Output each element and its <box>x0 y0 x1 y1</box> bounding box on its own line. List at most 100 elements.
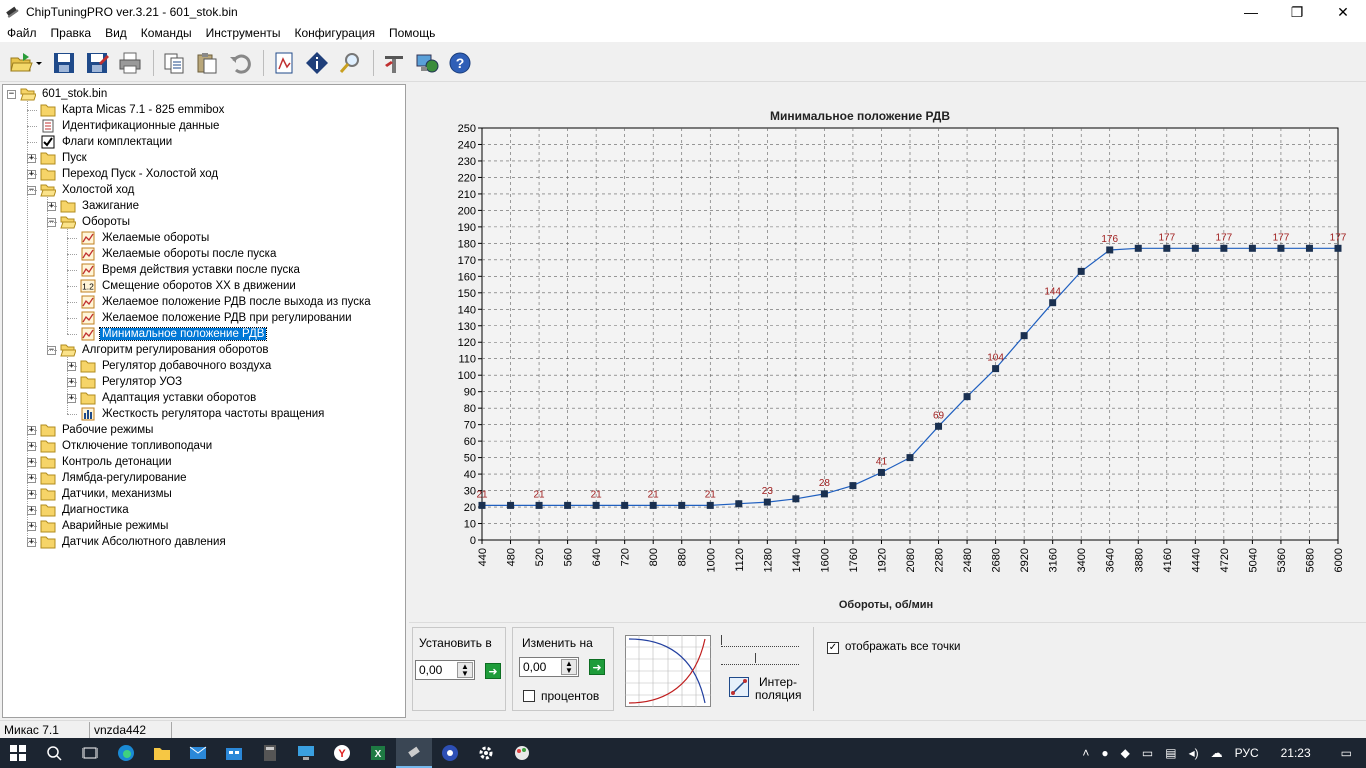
store-icon[interactable] <box>216 738 252 768</box>
interpolation-button[interactable] <box>729 677 749 697</box>
tree-item-9[interactable]: Желаемые обороты <box>67 230 211 246</box>
tree-item-11[interactable]: Время действия уставки после пуска <box>67 262 302 278</box>
tools-icon[interactable] <box>379 48 409 78</box>
network-tray-icon[interactable]: ▤ <box>1159 746 1182 760</box>
show-all-points-checkbox[interactable]: ✓ <box>827 642 839 654</box>
help-icon[interactable]: ? <box>445 48 475 78</box>
tree-item-6[interactable]: − Холостой ход <box>27 182 136 198</box>
chevron-up-icon[interactable]: ˄ <box>1076 746 1095 760</box>
maximize-button[interactable]: ❐ <box>1274 0 1320 24</box>
interpolation-icon <box>731 679 747 695</box>
file-explorer-icon[interactable] <box>144 738 180 768</box>
collapse-icon[interactable]: − <box>7 89 16 99</box>
copy-icon[interactable] <box>159 48 189 78</box>
volume-icon[interactable]: ◂) <box>1183 746 1205 760</box>
menu-config[interactable]: Конфигурация <box>287 26 382 40</box>
microphone-icon[interactable]: ● <box>1095 746 1114 760</box>
tree-item-21[interactable]: + Рабочие режимы <box>27 422 155 438</box>
menu-edit[interactable]: Правка <box>44 26 99 40</box>
tree-item-17[interactable]: + Регулятор добавочного воздуха <box>67 358 273 374</box>
print-icon[interactable] <box>115 48 145 78</box>
open-icon[interactable] <box>6 48 46 78</box>
network-icon[interactable] <box>412 48 442 78</box>
menu-file[interactable]: Файл <box>0 26 44 40</box>
tree-item-23[interactable]: + Контроль детонации <box>27 454 174 470</box>
battery-icon[interactable]: ▭ <box>1136 746 1159 760</box>
interpolation-slider-top[interactable] <box>721 635 799 647</box>
data-point <box>507 501 515 509</box>
tree-item-2[interactable]: Идентификационные данные <box>27 118 221 134</box>
tree-item-15[interactable]: Минимальное положение РДВ <box>67 326 268 342</box>
shield-icon[interactable]: ◆ <box>1115 746 1136 760</box>
tree-item-16[interactable]: − Алгоритм регулирования оборотов <box>47 342 270 358</box>
interpolation-curve-preview[interactable] <box>625 635 711 707</box>
y-tick-label: 210 <box>458 189 476 201</box>
onedrive-icon[interactable]: ☁ <box>1205 746 1229 760</box>
search-icon[interactable] <box>335 48 365 78</box>
change-value-spinner[interactable]: ▲ ▼ <box>561 659 577 675</box>
edge-icon[interactable] <box>108 738 144 768</box>
tree-item-8[interactable]: − Обороты <box>47 214 132 230</box>
data-point <box>649 501 657 509</box>
paint-icon[interactable] <box>504 738 540 768</box>
menu-view[interactable]: Вид <box>98 26 134 40</box>
tree-item-10[interactable]: Желаемые обороты после пуска <box>67 246 278 262</box>
yandex-icon[interactable]: Y <box>324 738 360 768</box>
menu-tools[interactable]: Инструменты <box>199 26 288 40</box>
task-view-icon[interactable] <box>72 738 108 768</box>
tree-item-14[interactable]: Желаемое положение РДВ при регулировании <box>67 310 354 326</box>
change-value-apply-button[interactable]: ➜ <box>589 659 605 675</box>
settings-gear-icon[interactable] <box>468 738 504 768</box>
x-tick-label: 2280 <box>934 548 946 572</box>
set-value-spinner[interactable]: ▲ ▼ <box>457 662 473 678</box>
interpolation-slider-bottom[interactable] <box>721 653 799 665</box>
set-value-input[interactable]: 0,00 ▲ ▼ <box>415 660 475 680</box>
undo-icon[interactable] <box>225 48 255 78</box>
windows-start-icon[interactable] <box>0 738 36 768</box>
minimize-button[interactable]: — <box>1228 0 1274 24</box>
tree-item-0[interactable]: − 601_stok.bin <box>7 86 109 102</box>
tree-connector <box>67 414 77 415</box>
chart-icon <box>80 247 96 261</box>
tree-item-12[interactable]: 1.2 Смещение оборотов ХХ в движении <box>67 278 298 294</box>
mail-icon[interactable] <box>180 738 216 768</box>
tree-item-25[interactable]: + Датчики, механизмы <box>27 486 174 502</box>
menu-commands[interactable]: Команды <box>134 26 199 40</box>
tree-item-20[interactable]: Жесткость регулятора частоты вращения <box>67 406 326 422</box>
tree-item-28[interactable]: + Датчик Абсолютного давления <box>27 534 228 550</box>
tree-item-label: Диагностика <box>62 504 129 516</box>
data-label: 28 <box>819 478 831 489</box>
app-blue-icon[interactable] <box>432 738 468 768</box>
clock[interactable]: 21:23 <box>1265 746 1327 760</box>
monitor-icon[interactable] <box>288 738 324 768</box>
tree-item-26[interactable]: + Диагностика <box>27 502 131 518</box>
tree-item-22[interactable]: + Отключение топливоподачи <box>27 438 214 454</box>
change-value-input[interactable]: 0,00 ▲ ▼ <box>519 657 579 677</box>
notifications-icon[interactable]: ▭ <box>1327 746 1366 760</box>
tree-item-7[interactable]: + Зажигание <box>47 198 141 214</box>
tree-item-18[interactable]: + Регулятор УОЗ <box>67 374 184 390</box>
calc-icon[interactable] <box>269 48 299 78</box>
set-value-apply-button[interactable]: ➜ <box>485 663 501 679</box>
tree-item-27[interactable]: + Аварийные режимы <box>27 518 170 534</box>
language-indicator[interactable]: РУС <box>1229 746 1265 760</box>
chiptuning-taskbar-icon[interactable] <box>396 738 432 768</box>
y-tick-label: 70 <box>464 420 476 432</box>
percent-checkbox[interactable] <box>523 690 535 702</box>
tree-item-5[interactable]: + Переход Пуск - Холостой ход <box>27 166 220 182</box>
close-button[interactable]: ✕ <box>1320 0 1366 24</box>
tree-item-1[interactable]: Карта Micas 7.1 - 825 emmibox <box>27 102 226 118</box>
menu-help[interactable]: Помощь <box>382 26 442 40</box>
excel-icon[interactable]: X <box>360 738 396 768</box>
title-bar: ChipTuningPRO ver.3.21 - 601_stok.bin — … <box>0 0 1366 24</box>
save-as-icon[interactable] <box>82 48 112 78</box>
tree-item-13[interactable]: Желаемое положение РДВ после выхода из п… <box>67 294 373 310</box>
search-taskbar-icon[interactable] <box>36 738 72 768</box>
tree-item-3[interactable]: Флаги комплектации <box>27 134 174 150</box>
info-icon[interactable] <box>302 48 332 78</box>
tree-item-19[interactable]: + Адаптация уставки оборотов <box>67 390 258 406</box>
tree-item-24[interactable]: + Лямбда-регулирование <box>27 470 189 486</box>
calculator-icon[interactable] <box>252 738 288 768</box>
save-icon[interactable] <box>49 48 79 78</box>
paste-icon[interactable] <box>192 48 222 78</box>
